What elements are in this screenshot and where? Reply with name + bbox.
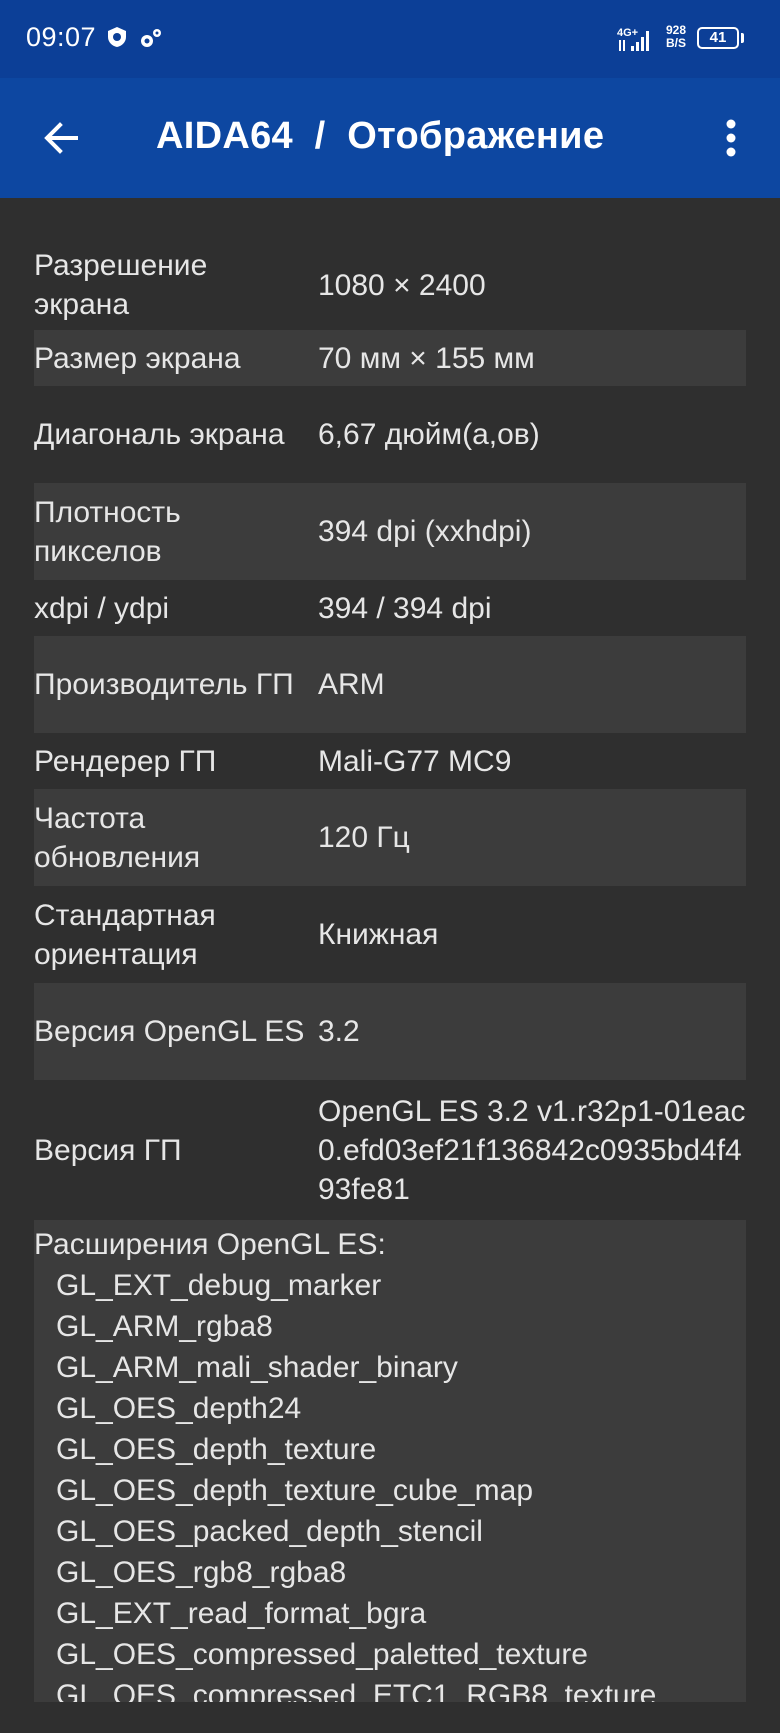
info-row-screen-size: Размер экрана 70 мм × 155 мм: [34, 330, 746, 386]
info-value: 6,67 дюйм(а,ов): [318, 418, 540, 451]
info-row-resolution: Разрешение экрана 1080 × 2400: [34, 240, 746, 330]
info-value: 3.2: [318, 1015, 360, 1048]
extension-item: GL_EXT_read_format_bgra: [56, 1597, 427, 1630]
app-bar: AIDA64 / Отображение: [0, 78, 780, 198]
battery-tip: [741, 33, 744, 43]
page-title: AIDA64 / Отображение: [156, 115, 605, 157]
info-key: Версия ГП: [34, 1133, 182, 1167]
info-key: Плотность пикселов: [34, 495, 181, 568]
opengl-extensions-block: Расширения OpenGL ES: GL_EXT_debug_marke…: [34, 1220, 746, 1702]
display-info-list: Разрешение экрана 1080 × 2400 Размер экр…: [34, 240, 746, 1702]
info-value: Mali-G77 MC9: [318, 744, 512, 778]
extension-item: GL_EXT_debug_marker: [56, 1269, 382, 1302]
extension-item: GL_OES_depth_texture: [56, 1433, 377, 1466]
status-time: 09:07: [26, 22, 97, 52]
info-row-orientation: Стандартная ориентация Книжная: [34, 886, 746, 983]
info-row-density: Плотность пикселов 394 dpi (xxhdpi): [34, 483, 746, 580]
extension-item: GL_OES_packed_depth_stencil: [56, 1515, 483, 1548]
info-row-gpu-renderer: Рендерер ГП Mali-G77 MC9: [34, 733, 746, 789]
info-row-gpu-version: Версия ГП OpenGL ES 3.2 v1.r32p1-01eac0.…: [34, 1080, 746, 1220]
overflow-menu-button[interactable]: [706, 108, 756, 168]
speed-unit: B/S: [665, 36, 686, 50]
info-key: xdpi / ydpi: [34, 591, 170, 625]
info-row-opengl-version: Версия OpenGL ES 3.2: [34, 983, 746, 1080]
battery-level: 41: [709, 29, 727, 46]
info-row-refresh-rate: Частота обновления 120 Гц: [34, 789, 746, 886]
info-row-xdpi: xdpi / ydpi 394 / 394 dpi: [34, 580, 746, 636]
network-speed: 928 B/S: [663, 24, 689, 50]
signal-icon: 4G+: [617, 27, 649, 51]
info-key: Стандартная ориентация: [34, 898, 216, 971]
status-bar: 09:07 4G+ 928 B/S 41: [0, 0, 780, 78]
info-value: OpenGL ES 3.2 v1.r32p1-01eac0.efd03ef21f…: [318, 1094, 746, 1206]
battery-icon: 41: [697, 27, 739, 49]
more-vert-icon: [726, 119, 736, 157]
info-key: Диагональ экрана: [34, 418, 285, 451]
info-key: Рендерер ГП: [34, 744, 217, 778]
info-value: 120 Гц: [318, 821, 410, 854]
extension-item: GL_OES_compressed_paletted_texture: [56, 1638, 588, 1671]
info-key: Размер экрана: [34, 341, 241, 375]
extension-item: GL_ARM_mali_shader_binary: [56, 1351, 458, 1384]
extensions-title: Расширения OpenGL ES:: [34, 1228, 386, 1261]
back-arrow-icon: [44, 122, 78, 154]
info-value: 1080 × 2400: [318, 268, 486, 302]
info-key: Версия OpenGL ES: [34, 1015, 305, 1048]
info-value: ARM: [318, 668, 385, 701]
shield-icon: [108, 27, 126, 47]
extension-item: GL_OES_depth24: [56, 1392, 302, 1425]
extension-item: GL_OES_rgb8_rgba8: [56, 1556, 347, 1589]
network-label: 4G+: [617, 27, 638, 39]
info-key: Разрешение экрана: [34, 249, 208, 321]
extension-item: GL_OES_compressed_ETC1_RGB8_texture: [56, 1679, 657, 1702]
info-value: 70 мм × 155 мм: [318, 341, 535, 375]
extension-item: GL_OES_depth_texture_cube_map: [56, 1474, 533, 1507]
info-row-gpu-vendor: Производитель ГП ARM: [34, 636, 746, 733]
info-value: 394 / 394 dpi: [318, 591, 492, 625]
info-key: Производитель ГП: [34, 668, 294, 701]
back-button[interactable]: [30, 108, 90, 168]
info-value: 394 dpi (xxhdpi): [318, 515, 532, 548]
extension-item: GL_ARM_rgba8: [56, 1310, 273, 1343]
info-value: Книжная: [318, 918, 439, 951]
info-key: Частота обновления: [34, 801, 201, 874]
gear-icon: [141, 29, 161, 47]
info-row-diagonal: Диагональ экрана 6,67 дюйм(а,ов): [34, 386, 746, 483]
